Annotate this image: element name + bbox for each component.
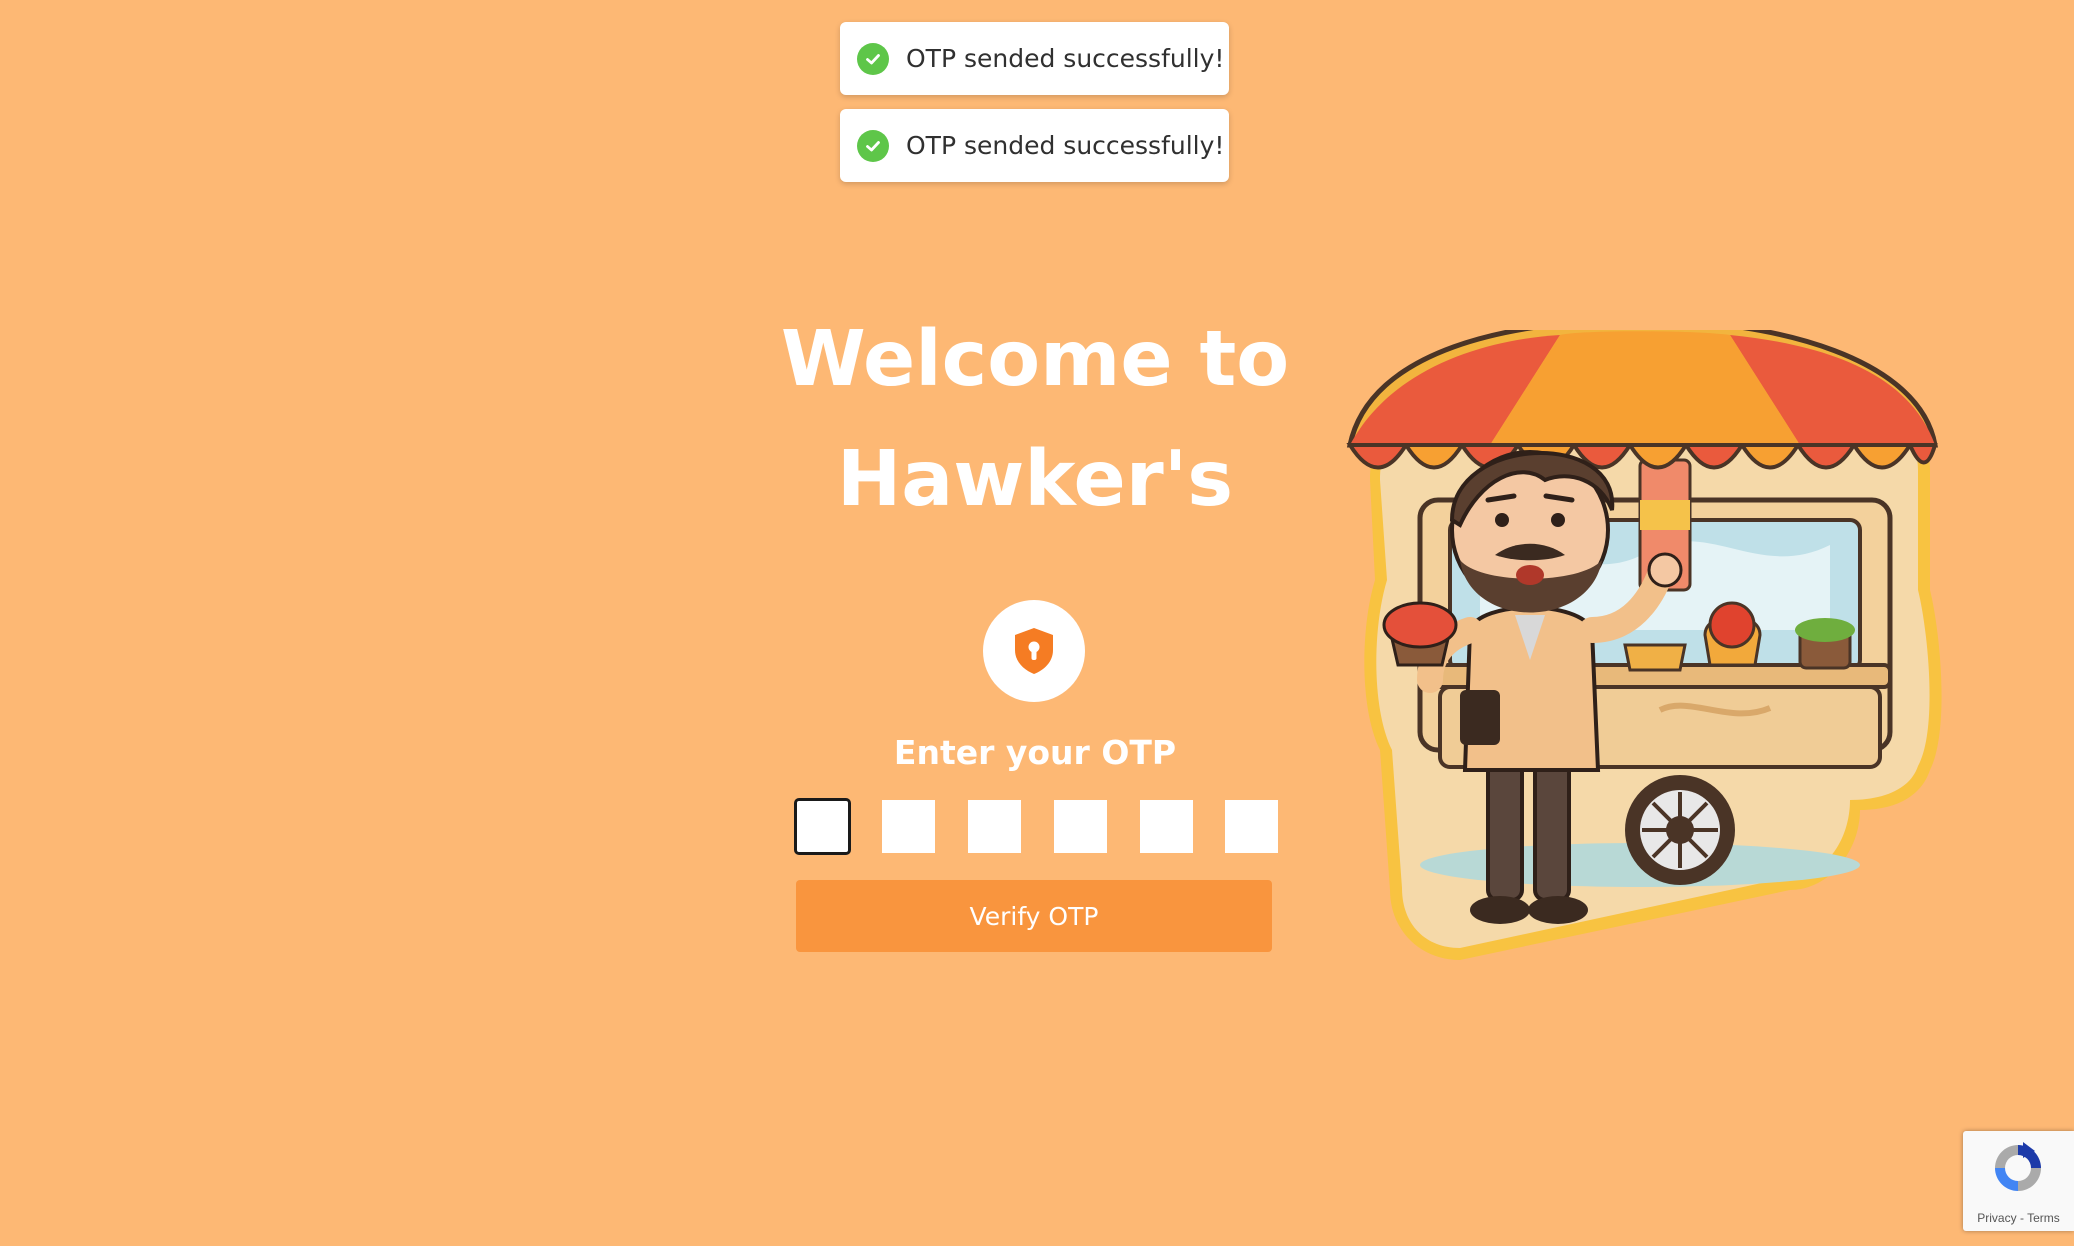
check-circle-icon — [857, 42, 889, 75]
check-circle-icon — [857, 129, 889, 162]
recaptcha-badge[interactable]: Privacy - Terms — [1963, 1131, 2074, 1231]
verify-otp-button[interactable]: Verify OTP — [796, 880, 1272, 952]
otp-digit-1[interactable] — [794, 798, 851, 855]
shield-lock-icon — [1015, 628, 1053, 674]
recaptcha-icon — [1995, 1142, 2041, 1191]
otp-label: Enter your OTP — [893, 733, 1177, 772]
recaptcha-links: Privacy - Terms — [1963, 1211, 2074, 1225]
otp-digit-3[interactable] — [968, 800, 1021, 853]
otp-digit-6[interactable] — [1225, 800, 1278, 853]
hawker-cart-illustration — [1346, 330, 1942, 960]
toast-message: OTP sended successfully! — [906, 131, 1225, 160]
success-toast[interactable]: OTP sended successfully! — [840, 22, 1229, 95]
terms-link[interactable]: Terms — [2027, 1211, 2060, 1225]
title-line-2: Hawker's — [836, 435, 1234, 524]
otp-digit-5[interactable] — [1140, 800, 1193, 853]
page-title: Welcome to Hawker's — [700, 300, 1370, 540]
toast-message: OTP sended successfully! — [906, 44, 1225, 73]
title-line-1: Welcome to — [780, 315, 1290, 404]
otp-page: OTP sended successfully! OTP sended succ… — [0, 0, 2074, 1246]
otp-digit-4[interactable] — [1054, 800, 1107, 853]
success-toast[interactable]: OTP sended successfully! — [840, 109, 1229, 182]
privacy-link[interactable]: Privacy — [1977, 1211, 2016, 1225]
shield-badge — [983, 600, 1085, 702]
link-separator: - — [2016, 1211, 2028, 1225]
otp-digit-2[interactable] — [882, 800, 935, 853]
